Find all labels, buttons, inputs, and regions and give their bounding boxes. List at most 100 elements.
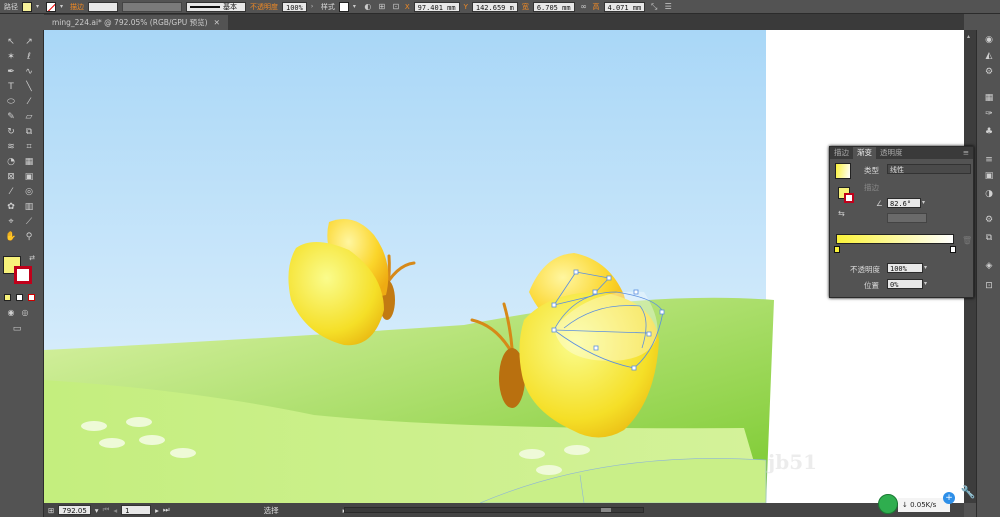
opacity-field[interactable]: 100%	[282, 1, 307, 12]
draw-behind-icon[interactable]: ◎	[18, 307, 32, 319]
document-tab[interactable]: ming_224.ai* @ 792.05% (RGB/GPU 预览) ✕	[44, 15, 228, 30]
zoom-field[interactable]: 792.05	[58, 505, 91, 515]
chevron-down-icon[interactable]: ▾	[353, 2, 359, 12]
x-field[interactable]: 97.401 mm	[413, 1, 460, 12]
width-field[interactable]: 6.705 mm	[532, 1, 575, 12]
chevron-down-icon[interactable]: ▾	[924, 264, 927, 271]
horizontal-scrollbar[interactable]	[344, 507, 644, 513]
gradient-stop[interactable]	[950, 246, 956, 253]
line-tool-icon[interactable]: ╲	[22, 81, 36, 93]
stroke-swatch[interactable]	[844, 193, 854, 203]
stroke-color-swatch[interactable]	[14, 266, 32, 284]
artboards-icon[interactable]: ⊡	[983, 280, 995, 292]
menu-icon[interactable]: ☰	[663, 2, 673, 12]
artboard-icon[interactable]: ⌖	[4, 216, 18, 228]
gradient-panel-icon[interactable]: ▣	[983, 170, 995, 182]
hand-icon[interactable]: ✋	[4, 231, 18, 243]
chevron-down-icon[interactable]: ▾	[922, 199, 925, 206]
appearance-icon[interactable]: ⚙	[983, 214, 995, 226]
tab-stroke[interactable]: 描边	[830, 147, 853, 159]
graphic-style-swatch[interactable]	[338, 1, 349, 12]
magic-wand-icon[interactable]: ✶	[4, 51, 18, 63]
slice-icon[interactable]: ⟋	[22, 216, 36, 228]
pencil-icon[interactable]: ✎	[4, 111, 18, 123]
graphic-styles-icon[interactable]: ⧉	[983, 232, 995, 244]
scale-icon[interactable]: ⧉	[22, 126, 36, 138]
zoom-icon[interactable]: ⚲	[22, 231, 36, 243]
align-icon[interactable]: ⊞	[377, 2, 387, 12]
tab-transparency[interactable]: 透明度	[876, 147, 907, 159]
trash-icon[interactable]: 🗑	[962, 236, 972, 245]
height-field[interactable]: 4.071 mm	[603, 1, 646, 12]
page-field[interactable]: 1	[121, 505, 152, 515]
chevron-down-icon[interactable]: ▾	[36, 2, 42, 12]
scroll-thumb[interactable]	[601, 508, 611, 512]
recolor-icon[interactable]: ◐	[363, 2, 373, 12]
add-icon[interactable]: +	[943, 492, 955, 504]
perspective-grid-icon[interactable]: ▦	[22, 156, 36, 168]
stop-position-field[interactable]: 0%	[887, 279, 923, 289]
stroke-weight-field[interactable]	[88, 1, 118, 12]
stroke-swatch[interactable]	[46, 1, 56, 12]
type-tool-icon[interactable]: T	[4, 81, 18, 93]
scroll-up-icon[interactable]: ▴	[967, 34, 973, 40]
opacity-label[interactable]: 不透明度	[250, 2, 278, 12]
gradient-stop[interactable]	[834, 246, 840, 253]
eyedropper-icon[interactable]: ⁄	[4, 186, 18, 198]
y-field[interactable]: 142.659 m	[471, 1, 518, 12]
stroke-label[interactable]: 描边	[70, 2, 84, 12]
fill-swatch[interactable]	[22, 1, 32, 12]
security-status-icon[interactable]	[878, 494, 898, 514]
wrench-icon[interactable]: 🔧	[958, 482, 978, 502]
width-tool-icon[interactable]: ≋	[4, 141, 18, 153]
color-themes-icon[interactable]: ⚙	[983, 66, 995, 78]
screen-mode-icon[interactable]: ▭	[10, 323, 24, 335]
link-icon[interactable]: ∞	[579, 2, 589, 12]
column-graph-icon[interactable]: ▥	[22, 201, 36, 213]
symbol-sprayer-icon[interactable]: ✿	[4, 201, 18, 213]
swatches-icon[interactable]: ▦	[983, 92, 995, 104]
angle-field[interactable]: 82.6°	[887, 198, 921, 208]
close-icon[interactable]: ✕	[214, 15, 220, 30]
transparency-panel-icon[interactable]: ◑	[983, 188, 995, 200]
chevron-down-icon[interactable]: ▾	[924, 280, 927, 287]
gradient-swatch[interactable]	[835, 163, 851, 179]
draw-mode-icon[interactable]: ◉	[4, 307, 18, 319]
shape-builder-icon[interactable]: ◔	[4, 156, 18, 168]
variable-width-field[interactable]	[122, 1, 182, 12]
gradient-type-select[interactable]: 线性	[887, 164, 971, 174]
color-panel-icon[interactable]: ◉	[983, 34, 995, 46]
gradient-mode-icon[interactable]	[16, 294, 23, 301]
selection-tool-icon[interactable]: ↖	[4, 36, 18, 48]
symbols-icon[interactable]: ♣	[983, 126, 995, 138]
ellipse-tool-icon[interactable]: ⬭	[4, 96, 18, 108]
rotate-icon[interactable]: ↻	[4, 126, 18, 138]
curvature-icon[interactable]: ∿	[22, 66, 36, 78]
last-page-icon[interactable]: ⏭	[163, 505, 170, 515]
gradient-slider[interactable]	[836, 234, 954, 244]
transform-icon[interactable]: ⤡	[649, 2, 659, 12]
chevron-down-icon[interactable]: ▾	[95, 506, 99, 515]
brushes-icon[interactable]: ✑	[983, 108, 995, 120]
free-transform-icon[interactable]: ⌗	[22, 141, 36, 153]
prev-page-icon[interactable]: ◂	[113, 506, 117, 515]
swap-icon[interactable]: ⇄	[25, 252, 39, 264]
mesh-icon[interactable]: ⊠	[4, 171, 18, 183]
color-mode-icon[interactable]	[4, 294, 11, 301]
panel-menu-icon[interactable]: ≡	[959, 147, 973, 159]
paintbrush-icon[interactable]: ⁄	[22, 96, 36, 108]
color-guide-icon[interactable]: ◭	[983, 50, 995, 62]
none-mode-icon[interactable]	[28, 294, 35, 301]
first-page-icon[interactable]: ⏮	[103, 505, 110, 515]
stroke-panel-icon[interactable]: ≡	[983, 154, 995, 166]
chevron-right-icon[interactable]: ›	[311, 2, 317, 12]
aspect-ratio-field[interactable]	[887, 213, 927, 223]
chevron-down-icon[interactable]: ▾	[60, 2, 66, 12]
brush-definition-field[interactable]: 基本	[186, 1, 246, 12]
artboard-nav-icon[interactable]: ⊞	[48, 506, 54, 515]
lasso-icon[interactable]: ℓ	[22, 51, 36, 63]
transform-reference-icon[interactable]: ⊡	[391, 2, 401, 12]
gradient-tool-icon[interactable]: ▣	[22, 171, 36, 183]
direct-selection-tool-icon[interactable]: ↗	[22, 36, 36, 48]
pen-tool-icon[interactable]: ✒	[4, 66, 18, 78]
